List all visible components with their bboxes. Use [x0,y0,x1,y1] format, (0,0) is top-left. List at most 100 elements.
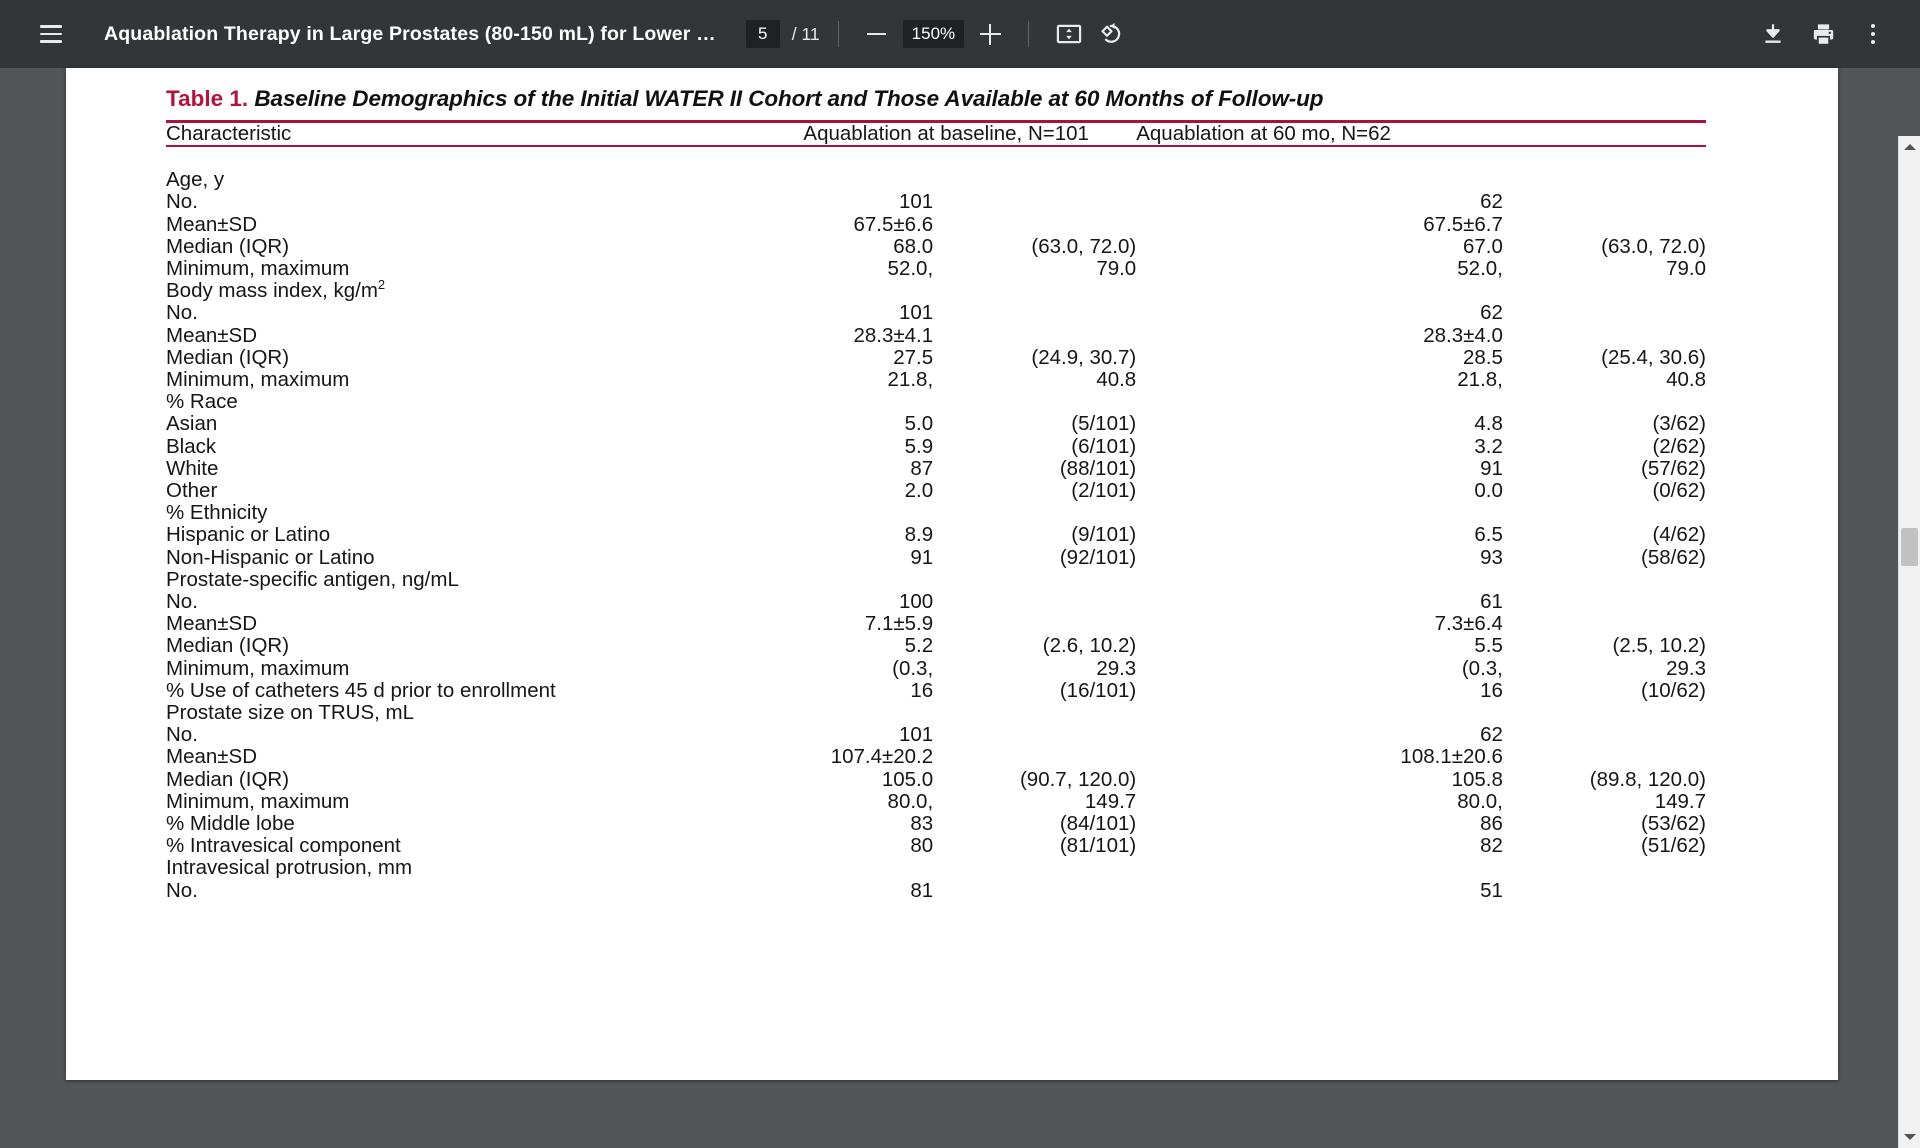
page-count-label: / 11 [791,23,820,44]
fit-to-page-button[interactable] [1047,12,1091,56]
more-options-button[interactable] [1848,10,1898,58]
baseline-value [803,502,933,524]
column-gap [1136,857,1373,879]
table-row: Hispanic or Latino 8.9 (9/101) 6.5 (4/62) [166,524,1706,546]
column-gap [1136,569,1373,591]
followup-detail: 29.3 [1666,656,1706,680]
column-gap [1136,680,1373,702]
zoom-in-button[interactable] [970,14,1010,54]
table-row: Body mass index, kg/m2 [166,278,1706,302]
table-row: Black 5.9 (6/101) 3.2 (2/62) [166,434,1706,458]
baseline-detail [933,702,1136,724]
baseline-detail [933,591,1136,613]
rotate-button[interactable] [1091,12,1135,56]
baseline-detail [933,857,1136,879]
followup-value: 93 [1480,545,1503,569]
baseline-value: 5.0 [904,412,934,436]
rotate-counterclockwise-icon [1101,22,1121,43]
zoom-level-value[interactable]: 150% [902,20,965,48]
followup-detail [1503,280,1706,302]
baseline-value [803,280,933,302]
row-label: Median (IQR) [166,634,290,658]
row-label: Mean±SD [166,612,258,636]
table-row: No. 100 61 [166,590,1706,613]
pdf-viewer-area[interactable]: Table 1. Baseline Demographics of the In… [0,68,1920,1148]
baseline-value: 5.2 [904,634,934,658]
row-label: Mean±SD [166,745,258,769]
scrollbar-thumb[interactable] [1901,528,1918,566]
baseline-value: 101 [898,301,934,325]
zoom-controls: 150% [857,14,1010,54]
column-gap [1136,391,1373,413]
table-row: White 87 (88/101) 91 (57/62) [166,456,1706,480]
followup-value: 28.5 [1462,345,1503,369]
toolbar-divider-1 [837,21,839,47]
column-gap [1136,658,1373,680]
baseline-detail: 29.3 [1096,656,1137,680]
download-button[interactable] [1748,10,1798,58]
followup-value: 86 [1480,812,1503,836]
fit-to-page-icon [1056,24,1082,44]
baseline-detail: (63.0, 72.0) [1031,234,1137,258]
followup-value [1373,569,1503,591]
baseline-value: 5.9 [904,434,934,458]
row-label: No. [166,878,198,902]
followup-value: 91 [1480,456,1503,480]
scroll-down-button[interactable] [1899,1126,1920,1148]
row-label: Minimum, maximum [166,656,350,680]
print-icon [1813,23,1833,45]
table-row: Age, y [166,168,1706,191]
baseline-detail [933,325,1136,347]
column-gap [1136,369,1373,391]
row-label: Minimum, maximum [166,368,350,391]
followup-value: 4.8 [1474,412,1503,436]
table-row: No. 101 62 [166,724,1706,746]
baseline-value: 83 [910,812,934,836]
download-icon [1765,24,1781,43]
table-row: Mean±SD 107.4±20.2 108.1±20.6 [166,746,1706,768]
baseline-detail: (6/101) [1071,434,1137,458]
page-number-input[interactable] [745,20,780,48]
followup-detail [1503,880,1706,902]
table-row: Non-Hispanic or Latino 91 (92/101) 93 (58/62… [166,545,1706,569]
followup-detail [1503,724,1706,746]
followup-detail: (3/62) [1652,412,1706,436]
followup-detail: 40.8 [1666,368,1706,391]
baseline-detail: (92/101) [1059,545,1137,569]
vertical-scrollbar[interactable] [1898,136,1920,1148]
followup-value: 16 [1480,678,1503,702]
more-vertical-icon [1870,23,1876,45]
zoom-out-button[interactable] [857,14,897,54]
row-label: No. [166,190,198,214]
row-label: % Intravesical component [166,834,401,858]
followup-detail [1503,302,1706,324]
followup-value: 0.0 [1474,479,1503,503]
baseline-detail: (81/101) [1059,834,1137,858]
followup-detail [1503,746,1706,768]
baseline-detail: 40.8 [1096,368,1137,391]
followup-detail: (58/62) [1641,545,1706,569]
table-caption-text: Baseline Demographics of the Initial WAT… [254,86,1324,111]
baseline-detail: (16/101) [1059,678,1137,702]
table-header-row: Characteristic Aquablation at baseline, … [166,122,1706,145]
table-body-wrap: Age, y No. 101 62 Mean±SD 67.5±6.6 67.5±6.7 Med… [166,147,1706,902]
baseline-detail: 149.7 [1084,789,1137,813]
table-row: % Race [166,391,1706,413]
sidebar-toggle-button[interactable] [27,10,75,58]
followup-detail: (57/62) [1641,456,1706,480]
table-row: Mean±SD 7.1±5.9 7.3±6.4 [166,613,1706,635]
scroll-up-button[interactable] [1899,136,1920,158]
baseline-detail [933,502,1136,524]
baseline-value: 52.0, [887,256,934,280]
print-button[interactable] [1798,10,1848,58]
followup-detail: (2/62) [1652,434,1706,458]
table-row: Asian 5.0 (5/101) 4.8 (3/62) [166,413,1706,435]
column-gap [1136,413,1373,435]
row-label: Black [166,434,217,458]
baseline-value: 80.0, [887,789,934,813]
column-gap [1136,813,1373,835]
row-label: Hispanic or Latino [166,523,331,547]
followup-value: 108.1±20.6 [1400,745,1503,769]
baseline-detail [933,169,1136,191]
table-label: Table 1. [166,86,249,111]
